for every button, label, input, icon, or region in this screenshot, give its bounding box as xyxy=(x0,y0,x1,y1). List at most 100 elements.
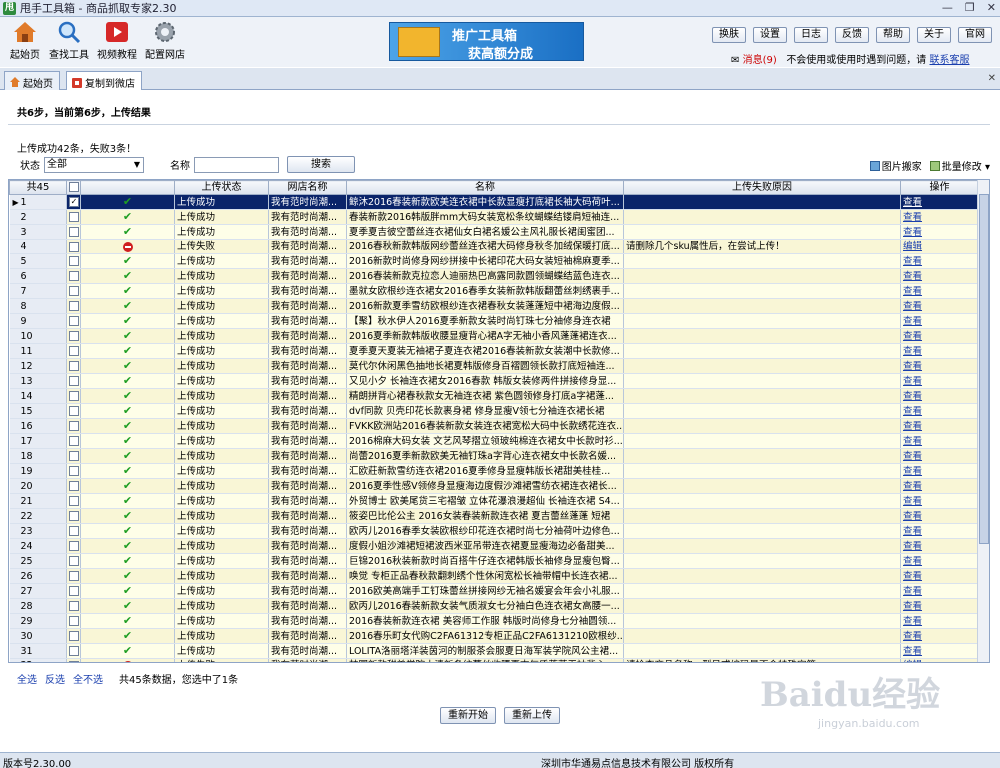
table-row[interactable]: 10 ✔ 上传成功 我有范时尚潮... 2016夏季新款韩版收腰显瘦背心裙A字无袖小香风… xyxy=(9,328,989,344)
row-action[interactable]: 查看 xyxy=(900,209,979,225)
row-action[interactable]: 查看 xyxy=(900,418,979,434)
row-checkbox[interactable] xyxy=(66,239,81,254)
row-checkbox[interactable] xyxy=(66,553,81,569)
header-name[interactable]: 名称 xyxy=(346,180,624,195)
row-checkbox[interactable] xyxy=(66,538,81,554)
table-row[interactable]: 29 ✔ 上传成功 我有范时尚潮... 2016春装新款连衣裙 美容师工作服 韩版时尚修… xyxy=(9,613,989,629)
row-action[interactable]: 查看 xyxy=(900,553,979,569)
table-row[interactable]: 18 ✔ 上传成功 我有范时尚潮... 尚蕾2016夏季新款欧美无袖钉珠a字背心连衣裙女… xyxy=(9,448,989,464)
table-row[interactable]: 27 ✔ 上传成功 我有范时尚潮... 2016欧美高端手工钉珠蕾丝拼接网纱无袖名媛宴会… xyxy=(9,583,989,599)
table-row[interactable]: 9 ✔ 上传成功 我有范时尚潮... 【聚】秋水伊人2016夏季新款女装时尚钉珠七分袖修… xyxy=(9,313,989,329)
row-action[interactable]: 查看 xyxy=(900,493,979,509)
row-checkbox[interactable] xyxy=(66,388,81,404)
reupload-button[interactable]: 重新上传 xyxy=(504,707,560,724)
row-action[interactable]: 查看 xyxy=(900,268,979,284)
row-action[interactable]: 查看 xyxy=(900,313,979,329)
restart-button[interactable]: 重新开始 xyxy=(440,707,496,724)
feedback-button[interactable]: 反馈 xyxy=(835,27,869,43)
row-action[interactable]: 查看 xyxy=(900,388,979,404)
close-tab-icon[interactable]: ✕ xyxy=(988,73,996,84)
table-row[interactable]: ▶ 1 ✓ ✔ 上传成功 我有范时尚潮... 鲸沐2016春装新款欧美连衣裙中长款显瘦打底裙… xyxy=(9,194,989,210)
row-checkbox[interactable] xyxy=(66,658,81,662)
row-checkbox[interactable] xyxy=(66,583,81,599)
table-row[interactable]: 19 ✔ 上传成功 我有范时尚潮... 汇欧莊新款雪纺连衣裙2016夏季修身显瘦韩版长裙… xyxy=(9,463,989,479)
table-row[interactable]: 8 ✔ 上传成功 我有范时尚潮... 2016新款夏季雪纺欧根纱连衣裙春秋女装蓬蓬短中裙… xyxy=(9,298,989,314)
row-checkbox[interactable] xyxy=(66,373,81,389)
tab-home[interactable]: 起始页 xyxy=(4,71,60,90)
header-shop[interactable]: 网店名称 xyxy=(268,180,347,195)
row-checkbox[interactable] xyxy=(66,463,81,479)
table-row[interactable]: 6 ✔ 上传成功 我有范时尚潮... 2016春装新款克拉恋人迪丽热巴高露同款圆领蝴蝶结… xyxy=(9,268,989,284)
image-move-button[interactable]: 图片搬家 xyxy=(869,158,922,173)
website-button[interactable]: 官网 xyxy=(958,27,992,43)
row-action[interactable]: 查看 xyxy=(900,224,979,240)
row-checkbox[interactable] xyxy=(66,613,81,629)
table-row[interactable]: 24 ✔ 上传成功 我有范时尚潮... 度假小姐沙滩裙短裙波西米亚吊带连衣裙夏显瘦海边必… xyxy=(9,538,989,554)
row-action[interactable]: 查看 xyxy=(900,478,979,494)
row-action[interactable]: 查看 xyxy=(900,343,979,359)
table-row[interactable]: 31 ✔ 上传成功 我有范时尚潮... LOLITA洛丽塔洋装茵河的制服茶会服夏日海军装… xyxy=(9,643,989,659)
row-action[interactable]: 查看 xyxy=(900,448,979,464)
table-row[interactable]: 23 ✔ 上传成功 我有范时尚潮... 欧丙儿2016春季女装欧根纱印花连衣裙时尚七分袖… xyxy=(9,523,989,539)
row-checkbox[interactable] xyxy=(66,508,81,524)
row-checkbox[interactable] xyxy=(66,343,81,359)
table-row[interactable]: 30 ✔ 上传成功 我有范时尚潮... 2016春乐町女代购C2FA61312专柜正品C… xyxy=(9,628,989,644)
row-checkbox[interactable] xyxy=(66,298,81,314)
row-action[interactable]: 查看 xyxy=(900,328,979,344)
row-action[interactable]: 查看 xyxy=(900,538,979,554)
minimize-icon[interactable]: — xyxy=(942,1,953,14)
row-action[interactable]: 查看 xyxy=(900,298,979,314)
row-action[interactable]: 查看 xyxy=(900,373,979,389)
row-checkbox[interactable] xyxy=(66,448,81,464)
row-checkbox[interactable] xyxy=(66,433,81,449)
help-button[interactable]: 帮助 xyxy=(876,27,910,43)
row-action[interactable]: 编辑 xyxy=(900,658,979,662)
table-row[interactable]: 25 ✔ 上传成功 我有范时尚潮... 巨锦2016秋装新款时尚百搭牛仔连衣裙韩版长袖修… xyxy=(9,553,989,569)
table-row[interactable]: 5 ✔ 上传成功 我有范时尚潮... 2016新款时尚修身网纱拼接中长裙印花大码女装短袖… xyxy=(9,253,989,269)
table-row[interactable]: 20 ✔ 上传成功 我有范时尚潮... 2016夏季性感V领修身显瘦海边度假沙滩裙雪纺衣… xyxy=(9,478,989,494)
row-action[interactable]: 查看 xyxy=(900,253,979,269)
log-button[interactable]: 日志 xyxy=(794,27,828,43)
row-checkbox[interactable] xyxy=(66,283,81,299)
about-button[interactable]: 关于 xyxy=(917,27,951,43)
row-action[interactable]: 查看 xyxy=(900,403,979,419)
header-reason[interactable]: 上传失败原因 xyxy=(623,180,901,195)
row-action[interactable]: 查看 xyxy=(900,194,979,210)
close-icon[interactable]: ✕ xyxy=(987,1,996,14)
row-action[interactable]: 查看 xyxy=(900,463,979,479)
table-row[interactable]: 26 ✔ 上传成功 我有范时尚潮... 唤觉 专柜正品春秋款翻刺绣个性休闲宽松长袖带帽中… xyxy=(9,568,989,584)
table-row[interactable]: 14 ✔ 上传成功 我有范时尚潮... 精朗拼背心裙春秋款女无袖连衣裙 紫色圆领修身打底… xyxy=(9,388,989,404)
row-action[interactable]: 查看 xyxy=(900,433,979,449)
header-checkbox[interactable] xyxy=(66,180,81,195)
header-status[interactable]: 上传状态 xyxy=(174,180,269,195)
row-checkbox[interactable] xyxy=(66,313,81,329)
table-row[interactable]: 17 ✔ 上传成功 我有范时尚潮... 2016棉麻大码女装 文艺风琴摺立领玻纯棉连衣裙… xyxy=(9,433,989,449)
row-checkbox[interactable] xyxy=(66,418,81,434)
row-checkbox[interactable] xyxy=(66,478,81,494)
restore-icon[interactable]: ❐ xyxy=(965,1,975,14)
scrollbar-thumb[interactable] xyxy=(979,194,989,544)
row-checkbox[interactable] xyxy=(66,358,81,374)
table-row[interactable]: 13 ✔ 上传成功 我有范时尚潮... 又见小夕 长袖连衣裙女2016春款 韩版女装修两… xyxy=(9,373,989,389)
table-row[interactable]: 4 上传失败 我有范时尚潮... 2016春秋新款韩版网纱蕾丝连衣裙大码修身秋冬加绒保… xyxy=(9,239,989,254)
table-row[interactable]: 22 ✔ 上传成功 我有范时尚潮... 筱姿巴比伦公主 2016女装春装新款连衣裙 夏吉… xyxy=(9,508,989,524)
toolbar-config-shop-button[interactable]: 配置网店 xyxy=(140,20,190,61)
table-row[interactable]: 15 ✔ 上传成功 我有范时尚潮... dvf同款 贝壳印花长款裹身裙 修身显瘦V领七分… xyxy=(9,403,989,419)
row-checkbox[interactable] xyxy=(66,403,81,419)
vertical-scrollbar[interactable] xyxy=(977,180,989,662)
search-button[interactable]: 搜索 xyxy=(287,156,355,173)
row-action[interactable]: 查看 xyxy=(900,358,979,374)
name-input[interactable] xyxy=(194,156,279,173)
table-row[interactable]: 7 ✔ 上传成功 我有范时尚潮... 墨就女欧根纱连衣裙女2016春季女装新款韩版翻蕾丝… xyxy=(9,283,989,299)
row-checkbox[interactable]: ✓ xyxy=(66,194,81,210)
tab-copy-to-weidian[interactable]: 复制到微店 xyxy=(66,71,142,91)
table-row[interactable]: 12 ✔ 上传成功 我有范时尚潮... 莫代尔休闲黑色抽地长裙夏韩版修身百褶圆领长款打底… xyxy=(9,358,989,374)
message-link[interactable]: 消息(9) xyxy=(743,55,777,66)
table-row[interactable]: 3 ✔ 上传成功 我有范时尚潮... 夏季夏吉彼空蕾丝连衣裙仙女白裙名媛公主风礼服长裙闺… xyxy=(9,224,989,240)
table-row[interactable]: 28 ✔ 上传成功 我有范时尚潮... 欧丙儿2016春装新款女装气质淑女七分袖白色连衣… xyxy=(9,598,989,614)
row-action[interactable]: 查看 xyxy=(900,643,979,659)
batch-edit-button[interactable]: 批量修改 ▾ xyxy=(929,158,990,173)
row-checkbox[interactable] xyxy=(66,598,81,614)
row-action[interactable]: 查看 xyxy=(900,583,979,599)
invert-selection-link[interactable]: 反选 xyxy=(45,671,65,686)
